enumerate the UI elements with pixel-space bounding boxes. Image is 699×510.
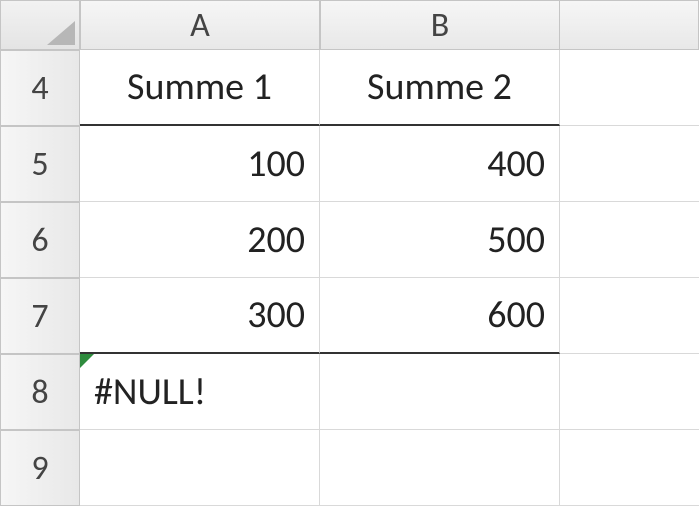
cell-A9[interactable]: [80, 430, 320, 506]
cell-C9[interactable]: [560, 430, 699, 506]
cell-B4[interactable]: Summe 2: [320, 50, 560, 126]
row-header-5[interactable]: 5: [0, 126, 80, 202]
cell-B7[interactable]: 600: [320, 278, 560, 354]
cell-B5[interactable]: 400: [320, 126, 560, 202]
col-header-B[interactable]: B: [320, 0, 560, 50]
cell-C4[interactable]: [560, 50, 699, 126]
cell-B8[interactable]: [320, 354, 560, 430]
spreadsheet-grid: A B 4 Summe 1 Summe 2 5 100 400 6 200 50…: [0, 0, 699, 506]
cell-B6[interactable]: 500: [320, 202, 560, 278]
col-header-A[interactable]: A: [80, 0, 320, 50]
row-header-9[interactable]: 9: [0, 430, 80, 506]
cell-A6[interactable]: 200: [80, 202, 320, 278]
select-all-corner[interactable]: [0, 0, 80, 50]
cell-A8[interactable]: #NULL!: [80, 354, 320, 430]
cell-A5[interactable]: 100: [80, 126, 320, 202]
row-header-6[interactable]: 6: [0, 202, 80, 278]
cell-C7[interactable]: [560, 278, 699, 354]
cell-A4[interactable]: Summe 1: [80, 50, 320, 126]
cell-C5[interactable]: [560, 126, 699, 202]
cell-C6[interactable]: [560, 202, 699, 278]
cell-C8[interactable]: [560, 354, 699, 430]
cell-A7[interactable]: 300: [80, 278, 320, 354]
row-header-8[interactable]: 8: [0, 354, 80, 430]
row-header-4[interactable]: 4: [0, 50, 80, 126]
row-header-7[interactable]: 7: [0, 278, 80, 354]
cell-B9[interactable]: [320, 430, 560, 506]
col-header-blank[interactable]: [560, 0, 699, 50]
